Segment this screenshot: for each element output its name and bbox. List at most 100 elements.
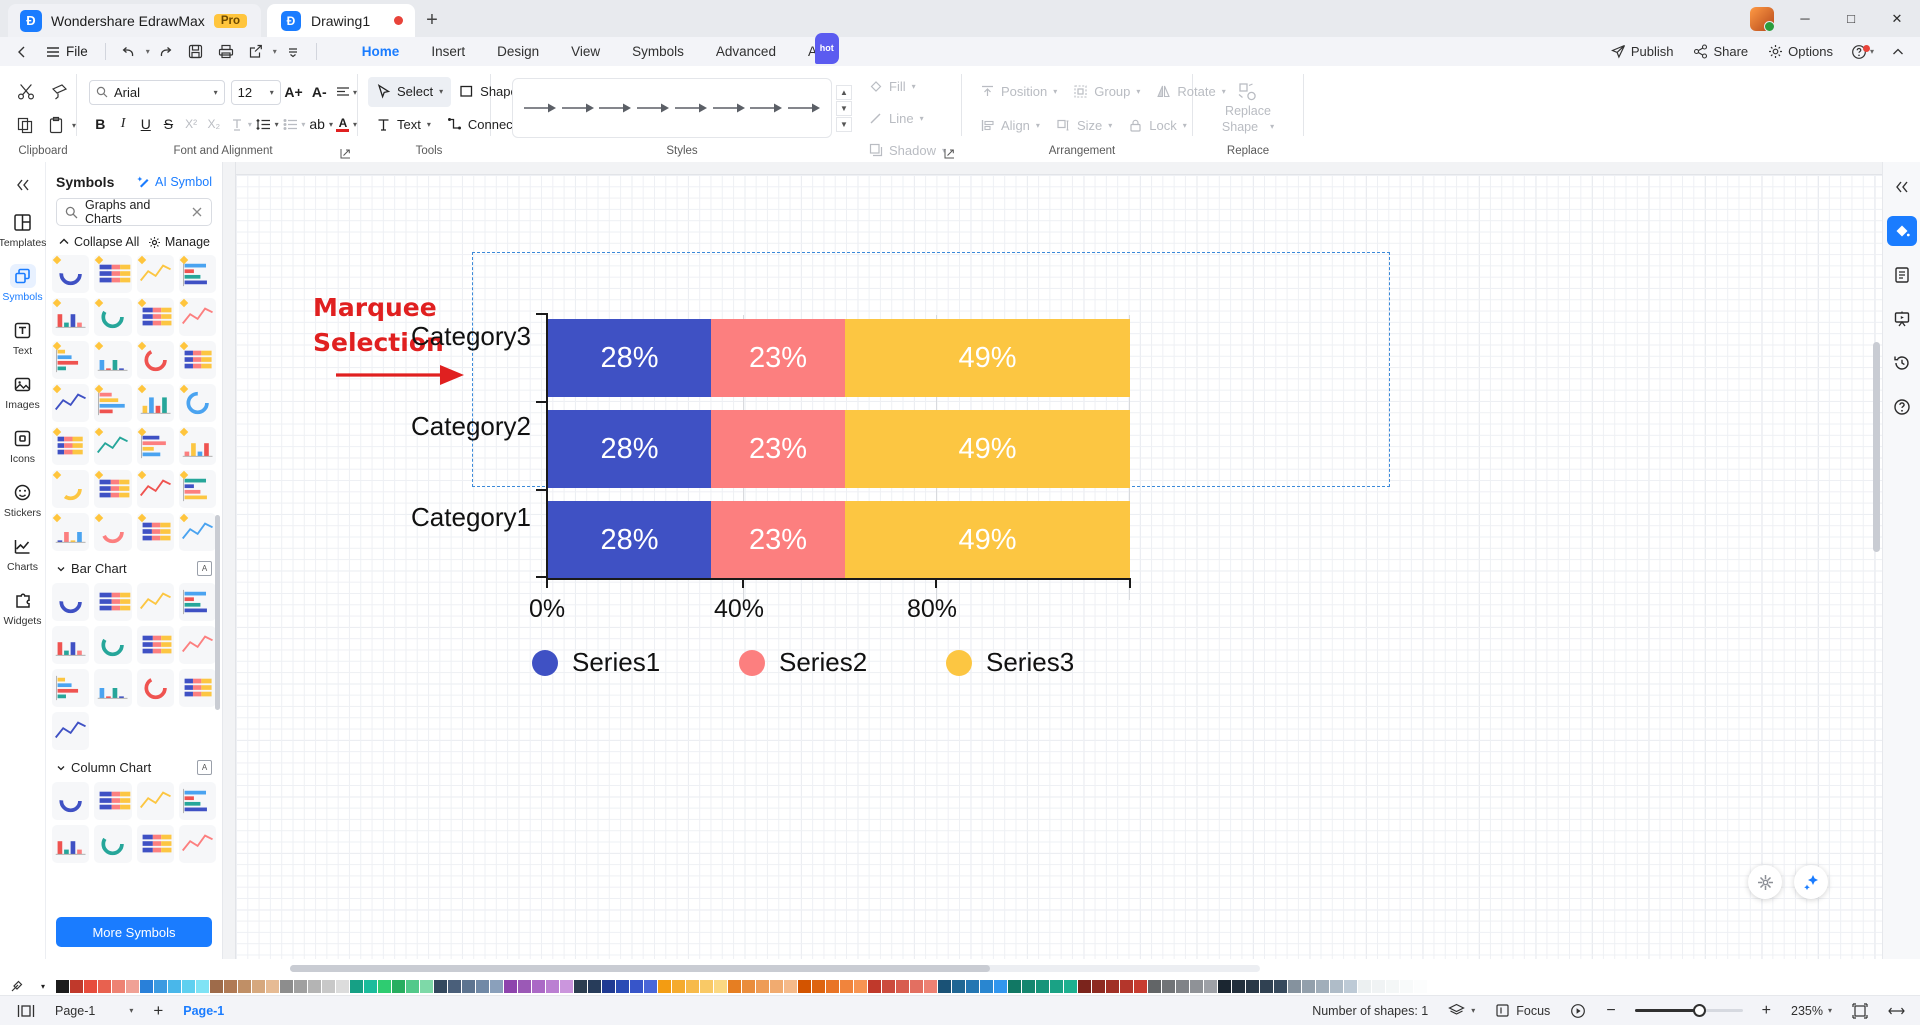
styles-scroll-up-icon[interactable]: ▲ <box>836 85 852 100</box>
color-swatch[interactable] <box>336 980 349 993</box>
color-swatch[interactable] <box>784 980 797 993</box>
style-preset-4[interactable] <box>636 101 670 115</box>
size-caret-icon[interactable]: ▾ <box>1108 121 1112 130</box>
color-swatch[interactable] <box>798 980 811 993</box>
zoom-level-caret-icon[interactable]: ▾ <box>1828 1006 1832 1015</box>
underline-button[interactable]: U <box>134 111 157 137</box>
increase-font-size-button[interactable]: A+ <box>281 79 307 105</box>
italic-button[interactable]: I <box>112 111 135 137</box>
sidebar-item-templates[interactable]: Templates <box>1 203 45 254</box>
color-swatch[interactable] <box>476 980 489 993</box>
color-swatch[interactable] <box>1190 980 1203 993</box>
collapse-all-button[interactable]: Collapse All <box>58 235 139 249</box>
canvas-area[interactable]: Marquee Selection <box>223 162 1882 959</box>
fill-caret-icon[interactable]: ▾ <box>912 82 916 91</box>
color-swatch[interactable] <box>532 980 545 993</box>
symbol-thumbnail[interactable] <box>179 583 216 621</box>
replace-shape-button[interactable]: Replace Shape ▾ <box>1222 82 1274 134</box>
section-toggle-bar-chart[interactable]: Bar Chart <box>56 561 127 576</box>
align-caret-icon[interactable]: ▾ <box>1036 121 1040 130</box>
color-swatch[interactable] <box>462 980 475 993</box>
color-swatch[interactable] <box>238 980 251 993</box>
color-swatch[interactable] <box>1162 980 1175 993</box>
color-swatch[interactable] <box>980 980 993 993</box>
superscript-button[interactable]: X² <box>180 111 203 137</box>
eyedropper-icon[interactable] <box>4 978 30 994</box>
symbol-thumbnail[interactable] <box>94 626 131 664</box>
symbol-thumbnail[interactable] <box>52 626 89 664</box>
page-properties-panel-button[interactable] <box>1887 260 1917 290</box>
position-button[interactable]: Position▾ <box>972 76 1065 106</box>
color-swatch[interactable] <box>952 980 965 993</box>
clear-search-icon[interactable] <box>191 206 203 218</box>
color-swatch[interactable] <box>224 980 237 993</box>
color-swatch[interactable] <box>56 980 69 993</box>
zoom-slider[interactable] <box>1635 1004 1743 1018</box>
color-swatch[interactable] <box>1022 980 1035 993</box>
publish-button[interactable]: Publish <box>1603 39 1682 64</box>
symbol-thumbnail[interactable] <box>52 341 89 379</box>
symbol-thumbnail[interactable] <box>137 669 174 707</box>
color-swatch[interactable] <box>280 980 293 993</box>
ai-symbol-button[interactable]: AI Symbol <box>137 175 212 189</box>
color-swatch[interactable] <box>378 980 391 993</box>
color-swatch[interactable] <box>364 980 377 993</box>
tab-ai[interactable]: AI hot <box>792 37 837 66</box>
symbol-thumbnail[interactable] <box>137 626 174 664</box>
color-swatch[interactable] <box>812 980 825 993</box>
subscript-button[interactable]: X₂ <box>203 111 226 137</box>
palette-dropdown-caret-icon[interactable]: ▾ <box>30 978 56 994</box>
symbol-thumbnail[interactable] <box>52 298 89 336</box>
symbol-thumbnail[interactable] <box>52 470 89 508</box>
color-swatch[interactable] <box>1218 980 1231 993</box>
symbol-thumbnail[interactable] <box>94 341 131 379</box>
color-swatch[interactable] <box>588 980 601 993</box>
symbols-panel-scrollbar[interactable] <box>215 515 220 710</box>
horizontal-scroll-thumb[interactable] <box>290 965 990 972</box>
redo-icon[interactable] <box>152 39 180 64</box>
collapse-panel-icon[interactable] <box>0 170 45 200</box>
color-swatch[interactable] <box>882 980 895 993</box>
export-icon[interactable] <box>242 39 270 64</box>
page-layout-button[interactable] <box>8 1000 44 1022</box>
print-icon[interactable] <box>212 39 240 64</box>
color-swatch[interactable] <box>938 980 951 993</box>
color-swatch[interactable] <box>966 980 979 993</box>
tab-design[interactable]: Design <box>481 37 555 66</box>
style-preset-7[interactable] <box>749 101 783 115</box>
color-swatches[interactable] <box>56 980 1427 993</box>
symbol-thumbnail[interactable] <box>137 298 174 336</box>
symbol-thumbnail[interactable] <box>137 470 174 508</box>
sidebar-item-images[interactable]: Images <box>1 365 45 416</box>
layers-button[interactable]: ▾ <box>1439 1000 1484 1022</box>
symbol-thumbnail[interactable] <box>52 427 89 465</box>
color-swatch[interactable] <box>70 980 83 993</box>
color-swatch[interactable] <box>658 980 671 993</box>
section-options-column-chart[interactable]: A <box>197 760 212 775</box>
color-swatch[interactable] <box>448 980 461 993</box>
section-header-bar-chart[interactable]: Bar Chart A <box>52 551 216 583</box>
font-family-caret-icon[interactable]: ▾ <box>214 88 218 97</box>
color-swatch[interactable] <box>574 980 587 993</box>
color-swatch[interactable] <box>168 980 181 993</box>
color-swatch[interactable] <box>1414 980 1427 993</box>
symbol-thumbnail[interactable] <box>179 427 216 465</box>
color-swatch[interactable] <box>910 980 923 993</box>
color-swatch[interactable] <box>1050 980 1063 993</box>
lock-caret-icon[interactable]: ▾ <box>1183 121 1187 130</box>
options-button[interactable]: Options <box>1760 39 1841 64</box>
color-swatch[interactable] <box>266 980 279 993</box>
symbol-thumbnail[interactable] <box>137 384 174 422</box>
color-swatch[interactable] <box>756 980 769 993</box>
color-swatch[interactable] <box>1064 980 1077 993</box>
sidebar-item-icons[interactable]: Icons <box>1 419 45 470</box>
symbol-thumbnail[interactable] <box>52 513 89 551</box>
symbol-thumbnail[interactable] <box>94 583 131 621</box>
sidebar-item-charts[interactable]: Charts <box>1 527 45 578</box>
canvas-vertical-scrollbar[interactable] <box>1873 342 1880 552</box>
canvas-grid[interactable]: Marquee Selection <box>236 175 1882 959</box>
legend-item-series3[interactable]: Series3 <box>946 647 1074 678</box>
bar-segment-cat2-series1[interactable]: 28% <box>548 410 711 488</box>
symbol-thumbnail[interactable] <box>179 626 216 664</box>
style-preset-8[interactable] <box>787 101 821 115</box>
